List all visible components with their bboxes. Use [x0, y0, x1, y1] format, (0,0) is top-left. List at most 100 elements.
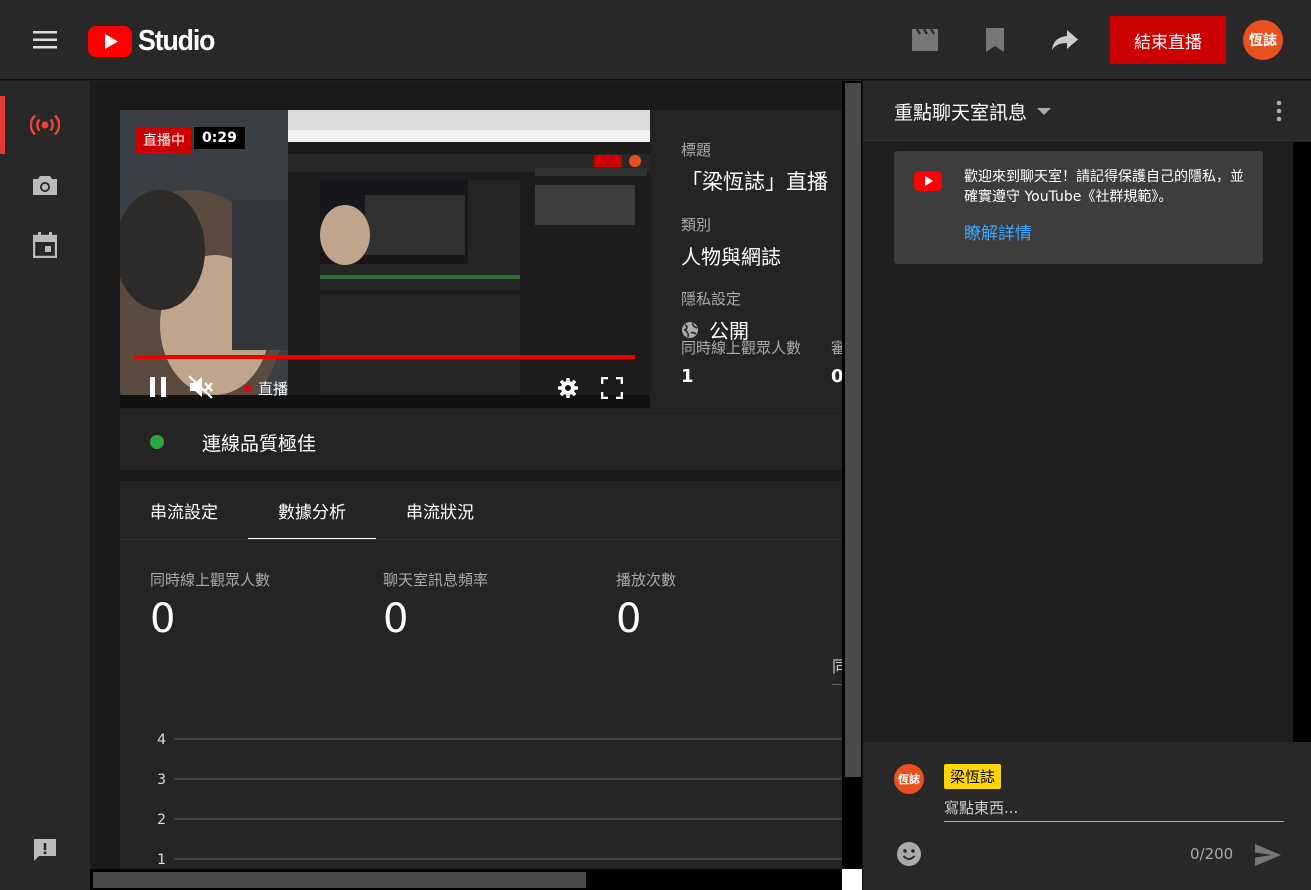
sidebar-item-feedback[interactable] — [0, 821, 90, 879]
welcome-text: 歡迎來到聊天室！請記得保護自己的隱私，並確實遵守 YouTube《社群規範》。 — [964, 169, 1244, 205]
chat-composer: 恆誌 梁恆誌 0/200 — [863, 742, 1311, 890]
vertical-scrollbar-thumb[interactable] — [845, 83, 861, 777]
calendar-icon — [33, 232, 57, 258]
tab-stream-health[interactable]: 串流狀況 — [376, 481, 504, 539]
main-content: 直播中 0:29 直播 標題 「梁恆誌」直播 類別 人物與網誌 隱私設定 公開 — [90, 81, 842, 869]
scrollbar-corner — [842, 869, 862, 890]
camera-icon — [33, 176, 57, 195]
stream-info: 標題 「梁恆誌」直播 類別 人物與網誌 隱私設定 公開 — [681, 139, 842, 362]
y-tick-label: 1 — [157, 852, 166, 868]
menu-icon[interactable] — [22, 22, 68, 58]
metric-label: 聊天室訊息頻率 — [383, 571, 489, 589]
privacy-label: 隱私設定 — [681, 290, 742, 308]
youtube-logo-icon — [914, 171, 942, 191]
live-indicator: 直播 — [244, 378, 288, 399]
user-name-chip: 梁恆誌 — [944, 764, 1002, 789]
metric-label: 播放次數 — [616, 571, 677, 589]
video-preview[interactable]: 直播中 0:29 直播 — [120, 110, 650, 408]
metric-label: 同時線上觀眾人數 — [150, 571, 271, 589]
live-indicator-label: 直播 — [258, 380, 289, 398]
elapsed-time: 0:29 — [194, 127, 245, 149]
stream-category: 人物與網誌 — [681, 245, 781, 269]
tab-analytics[interactable]: 數據分析 — [248, 481, 376, 540]
fullscreen-button[interactable] — [598, 374, 626, 402]
tab-stream-settings[interactable]: 串流設定 — [120, 481, 248, 539]
user-avatar: 恆誌 — [894, 764, 924, 794]
left-sidebar — [0, 81, 90, 890]
category-label: 類別 — [681, 216, 712, 234]
stream-title: 「梁恆誌」直播 — [681, 170, 828, 194]
video-progress-bar[interactable] — [134, 355, 635, 359]
sidebar-item-live[interactable] — [0, 96, 90, 154]
youtube-play-icon — [88, 25, 132, 57]
sidebar-item-schedule[interactable] — [0, 216, 90, 274]
tab-divider — [120, 539, 842, 540]
bookmark-icon[interactable] — [977, 22, 1013, 58]
chat-mode-dropdown[interactable]: 重點聊天室訊息 — [894, 98, 1052, 125]
live-chat-panel: 重點聊天室訊息 歡迎來到聊天室！請記得保護自己的隱私，並確實遵守 YouTube… — [862, 81, 1311, 890]
chat-messages: 歡迎來到聊天室！請記得保護自己的隱私，並確實遵守 YouTube《社群規範》。 … — [863, 142, 1293, 742]
account-avatar[interactable]: 恆誌 — [1243, 20, 1283, 60]
live-stats: 同時線上觀眾人數 1 審 0 — [681, 337, 842, 387]
studio-logo[interactable]: Studio — [88, 24, 221, 58]
title-label: 標題 — [681, 141, 712, 159]
metrics-row: 同時線上觀眾人數 0 聊天室訊息頻率 0 播放次數 0 — [150, 569, 842, 642]
top-bar: Studio 結束直播 恆誌 — [0, 0, 1311, 80]
more-vert-icon — [1276, 100, 1282, 122]
status-dot — [150, 435, 164, 449]
chat-input[interactable] — [944, 794, 1284, 822]
tab-bar: 串流設定 數據分析 串流狀況 — [120, 481, 504, 540]
concurrent-viewers-stat: 同時線上觀眾人數 1 — [681, 337, 801, 387]
send-icon — [1255, 844, 1281, 866]
y-tick-label: 3 — [157, 772, 166, 788]
chart-selector-label[interactable]: 同 — [832, 653, 842, 677]
more-options-button[interactable] — [1263, 95, 1295, 127]
chat-scrollbar[interactable] — [1293, 142, 1311, 742]
smiley-icon — [897, 842, 921, 866]
second-stat-label: 審 — [831, 339, 842, 357]
connection-quality: 連線品質極佳 — [120, 413, 842, 470]
analytics-card: 串流設定 數據分析 串流狀況 同時線上觀眾人數 0 聊天室訊息頻率 0 播放次數… — [120, 481, 842, 869]
live-dot — [244, 385, 251, 392]
feedback-icon — [34, 839, 56, 861]
horizontal-scrollbar-thumb[interactable] — [93, 872, 586, 888]
viewers-chart: 4 3 2 1 — [157, 732, 842, 868]
metric-value: 0 — [150, 596, 176, 642]
share-icon[interactable] — [1047, 22, 1083, 58]
send-button[interactable] — [1251, 838, 1285, 872]
metric-value: 0 — [383, 596, 409, 642]
emoji-button[interactable] — [894, 839, 924, 869]
clapperboard-icon[interactable] — [907, 22, 943, 58]
metric-views: 播放次數 0 — [616, 569, 842, 642]
concurrent-viewers-value: 1 — [681, 366, 694, 387]
sidebar-item-webcam[interactable] — [0, 156, 90, 214]
pause-icon — [150, 377, 166, 397]
y-tick-label: 4 — [157, 732, 166, 748]
second-stat: 審 0 — [831, 337, 842, 387]
live-badge: 直播中 — [136, 127, 192, 153]
welcome-message: 歡迎來到聊天室！請記得保護自己的隱私，並確實遵守 YouTube《社群規範》。 … — [894, 151, 1263, 264]
connection-quality-text: 連線品質極佳 — [202, 432, 317, 455]
chat-title: 重點聊天室訊息 — [894, 102, 1028, 124]
concurrent-viewers-label: 同時線上觀眾人數 — [681, 339, 802, 357]
logo-text: Studio — [138, 24, 215, 57]
metric-chat-rate: 聊天室訊息頻率 0 — [383, 569, 616, 642]
mute-button[interactable] — [186, 373, 216, 401]
second-stat-value: 0 — [831, 366, 842, 387]
volume-muted-icon — [188, 375, 213, 399]
metric-concurrent-viewers: 同時線上觀眾人數 0 — [150, 569, 383, 642]
live-broadcast-icon — [30, 114, 60, 136]
pause-button[interactable] — [144, 373, 172, 401]
y-tick-label: 2 — [157, 812, 166, 828]
end-stream-button[interactable]: 結束直播 — [1110, 16, 1226, 64]
learn-more-link[interactable]: 瞭解詳情 — [964, 219, 1032, 244]
globe-icon — [682, 321, 698, 338]
fullscreen-icon — [601, 377, 623, 399]
metric-value: 0 — [616, 596, 642, 642]
chart-selector-underline — [832, 684, 842, 685]
chevron-down-icon — [1037, 107, 1052, 115]
gear-icon — [558, 378, 578, 398]
settings-button[interactable] — [554, 374, 582, 402]
char-count: 0/200 — [1190, 845, 1234, 863]
screen-capture-image — [120, 110, 650, 408]
